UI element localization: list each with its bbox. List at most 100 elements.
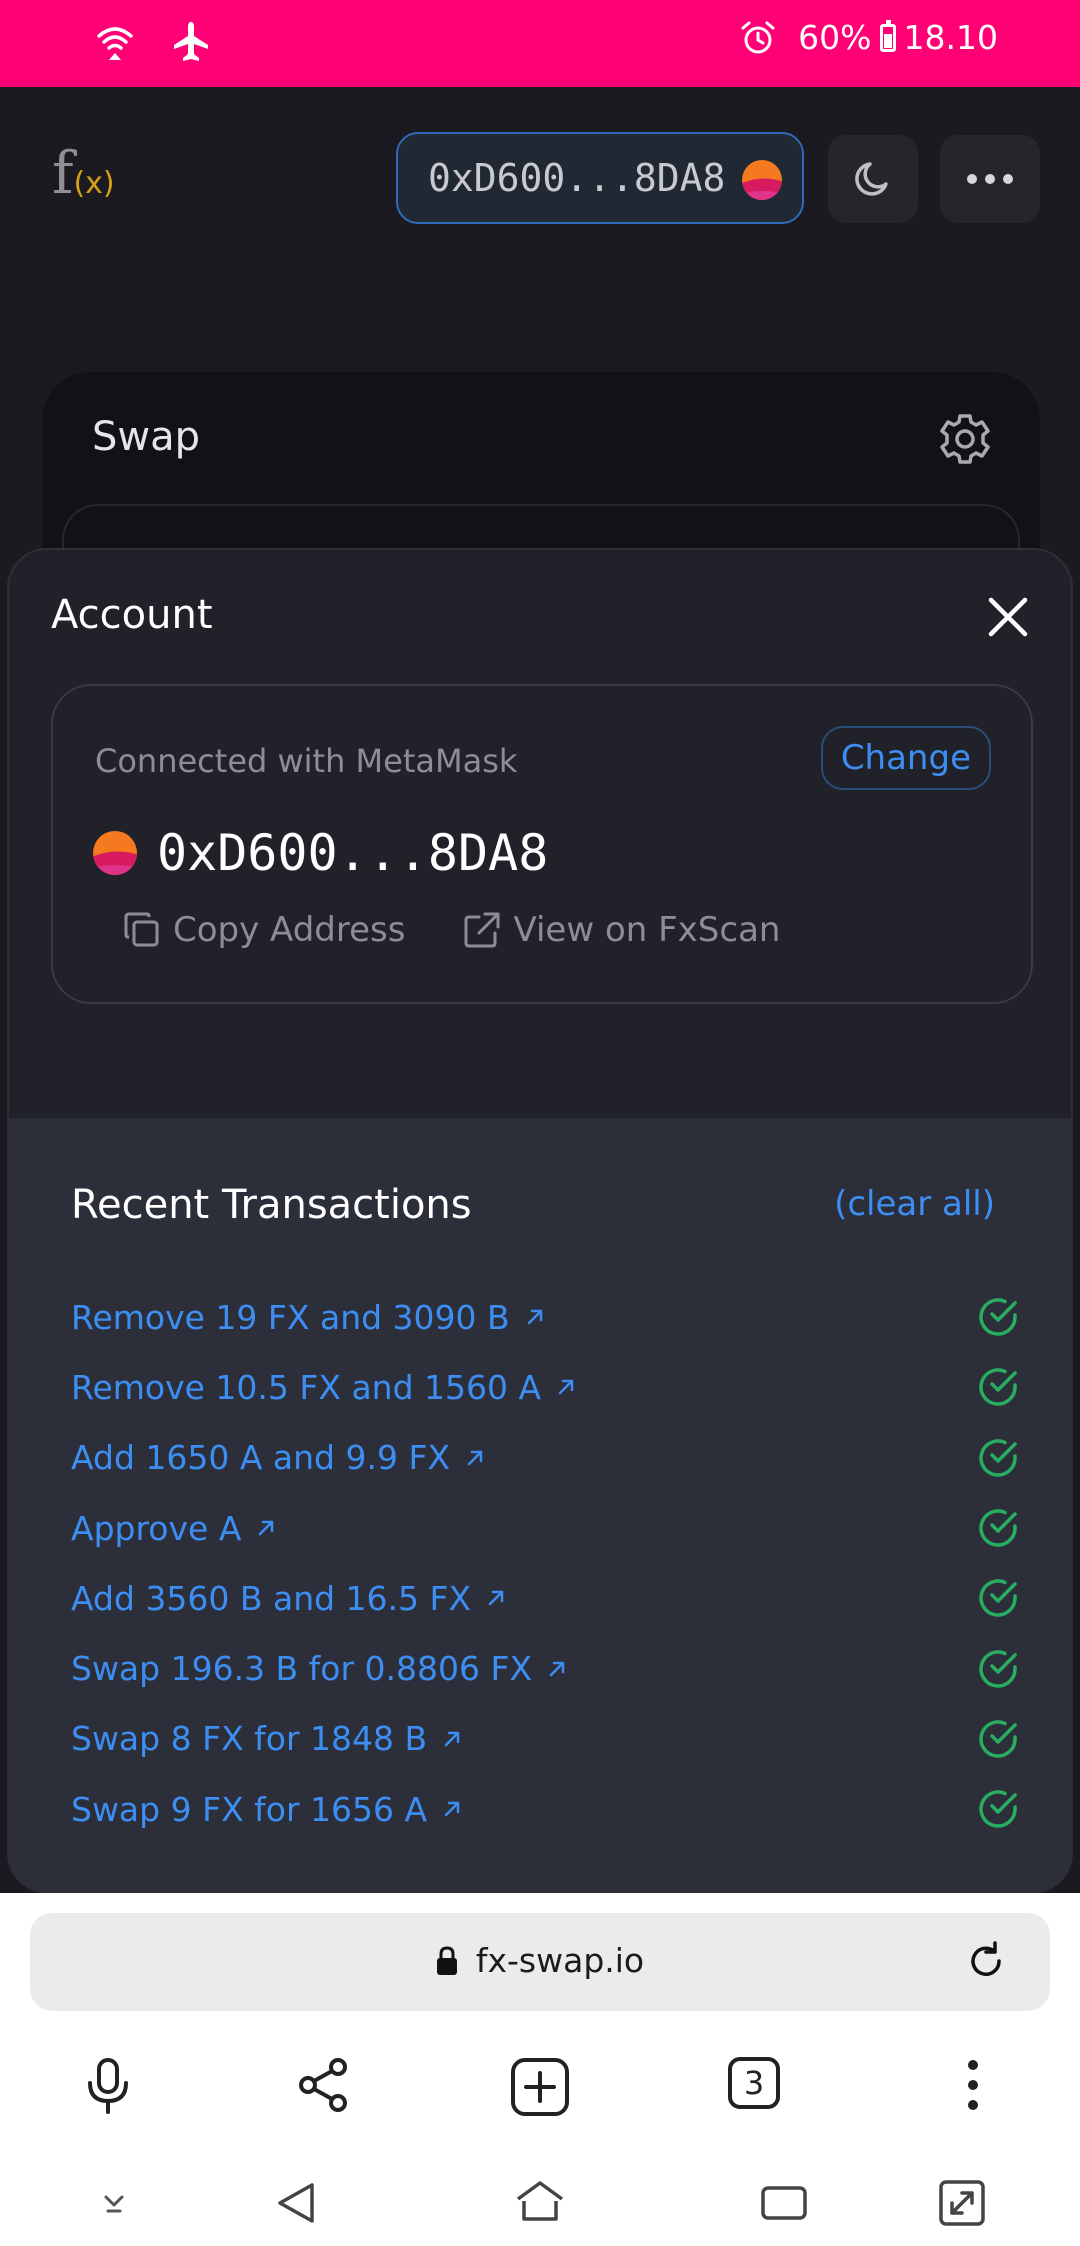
expand-screen-icon[interactable] <box>938 2179 986 2227</box>
success-check-icon <box>977 1577 1019 1619</box>
success-check-icon <box>977 1437 1019 1479</box>
transaction-label: Add 1650 A and 9.9 FX <box>71 1438 451 1478</box>
browser-chrome: fx-swap.io 3 <box>0 1893 1080 2246</box>
microphone-icon[interactable] <box>86 2057 130 2115</box>
keyboard-hide-icon[interactable] <box>94 2191 134 2215</box>
tabs-button[interactable]: 3 <box>728 2057 780 2109</box>
logo[interactable]: f(x) <box>52 139 115 207</box>
swap-title: Swap <box>92 414 201 460</box>
transaction-link[interactable]: Remove 10.5 FX and 1560 A <box>71 1368 577 1407</box>
account-address: 0xD600...8DA8 <box>157 824 549 882</box>
change-wallet-button[interactable]: Change <box>820 726 991 790</box>
transaction-link[interactable]: Swap 8 FX for 1848 B <box>71 1719 463 1758</box>
logo-main: f <box>52 139 74 207</box>
transaction-row: Add 1650 A and 9.9 FX <box>71 1423 1021 1493</box>
system-navigation-bar <box>0 2161 1080 2241</box>
clock: 18.10 <box>903 18 998 57</box>
transaction-link[interactable]: Remove 19 FX and 3090 B <box>71 1298 546 1337</box>
account-details-box: Connected with MetaMask Change 0xD600...… <box>51 684 1033 1004</box>
app-header: f(x) 0xD600...8DA8 <box>0 87 1080 357</box>
status-icons-left <box>95 20 211 64</box>
transaction-link[interactable]: Approve A <box>71 1509 277 1548</box>
account-modal: Account Connected with MetaMask Change 0… <box>7 548 1073 1893</box>
copy-address-button[interactable]: Copy Address <box>123 910 405 950</box>
arrow-up-right-icon <box>441 1728 463 1750</box>
transaction-row: Remove 10.5 FX and 1560 A <box>71 1352 1021 1422</box>
success-check-icon <box>977 1366 1019 1408</box>
recent-transactions-title: Recent Transactions <box>71 1182 472 1228</box>
transaction-row: Approve A <box>71 1493 1021 1563</box>
wallet-address: 0xD600...8DA8 <box>428 156 726 200</box>
address-bar[interactable]: fx-swap.io <box>30 1913 1050 2011</box>
airplane-icon <box>171 20 211 64</box>
battery-fill <box>883 34 892 48</box>
transaction-label: Remove 19 FX and 3090 B <box>71 1297 510 1337</box>
lock-icon <box>436 1945 458 1976</box>
transaction-label: Add 3560 B and 16.5 FX <box>71 1578 472 1618</box>
reload-icon[interactable] <box>966 1941 1006 1981</box>
recent-transactions-panel: Recent Transactions (clear all) Remove 1… <box>9 1118 1071 1891</box>
home-icon[interactable] <box>514 2179 566 2223</box>
transaction-link[interactable]: Swap 9 FX for 1656 A <box>71 1790 463 1829</box>
more-vertical-icon[interactable] <box>966 2057 980 2113</box>
transaction-label: Swap 9 FX for 1656 A <box>71 1789 428 1829</box>
wallet-avatar-icon <box>742 160 782 200</box>
success-check-icon <box>977 1648 1019 1690</box>
success-check-icon <box>977 1507 1019 1549</box>
success-check-icon <box>977 1788 1019 1830</box>
transaction-list: Remove 19 FX and 3090 B Remove 10.5 FX an… <box>71 1282 1021 1844</box>
account-avatar-icon <box>93 831 137 875</box>
battery-percent: 60% <box>798 18 872 57</box>
account-actions: Copy Address View on FxScan <box>123 910 780 950</box>
arrow-up-right-icon <box>546 1658 568 1680</box>
close-icon[interactable] <box>987 596 1029 638</box>
moon-icon <box>850 156 896 202</box>
arrow-up-right-icon <box>255 1517 277 1539</box>
tab-count: 3 <box>728 2057 780 2109</box>
status-bar: 60% 18.10 <box>0 0 1080 87</box>
account-address-row: 0xD600...8DA8 <box>93 824 548 882</box>
share-icon[interactable] <box>298 2057 350 2113</box>
more-menu-button[interactable] <box>940 135 1040 223</box>
transaction-link[interactable]: Add 1650 A and 9.9 FX <box>71 1438 486 1477</box>
clear-all-button[interactable]: (clear all) <box>834 1184 995 1224</box>
transaction-label: Swap 8 FX for 1848 B <box>71 1719 428 1759</box>
recent-apps-icon[interactable] <box>760 2185 808 2221</box>
back-icon[interactable] <box>274 2179 318 2227</box>
transaction-row: Swap 8 FX for 1848 B <box>71 1704 1021 1774</box>
theme-toggle-button[interactable] <box>828 135 918 223</box>
settings-gear-icon[interactable] <box>938 412 992 466</box>
view-on-explorer-link[interactable]: View on FxScan <box>463 910 780 950</box>
transaction-row: Add 3560 B and 16.5 FX <box>71 1563 1021 1633</box>
transaction-row: Swap 196.3 B for 0.8806 FX <box>71 1633 1021 1703</box>
arrow-up-right-icon <box>441 1798 463 1820</box>
wifi-icon <box>95 22 135 62</box>
connected-with-label: Connected with MetaMask <box>95 742 518 780</box>
success-check-icon <box>977 1296 1019 1338</box>
logo-sub: (x) <box>73 166 115 201</box>
arrow-up-right-icon <box>485 1587 507 1609</box>
transaction-link[interactable]: Add 3560 B and 16.5 FX <box>71 1579 507 1618</box>
alarm-icon <box>740 20 776 56</box>
transaction-label: Remove 10.5 FX and 1560 A <box>71 1367 542 1407</box>
account-modal-title: Account <box>51 592 213 638</box>
arrow-up-right-icon <box>555 1376 577 1398</box>
transaction-link[interactable]: Swap 196.3 B for 0.8806 FX <box>71 1649 568 1688</box>
url-text: fx-swap.io <box>475 1941 645 1980</box>
status-icons-right: 60% 18.10 <box>740 18 998 57</box>
copy-address-label: Copy Address <box>173 910 406 950</box>
success-check-icon <box>977 1718 1019 1760</box>
more-horizontal-icon <box>965 172 1015 186</box>
transaction-label: Approve A <box>71 1508 242 1548</box>
url-display[interactable]: fx-swap.io <box>30 1941 1050 1980</box>
battery-icon <box>879 19 896 52</box>
external-link-icon <box>463 911 501 949</box>
new-tab-icon[interactable] <box>510 2057 570 2117</box>
browser-toolbar: 3 <box>0 2043 1080 2133</box>
arrow-up-right-icon <box>464 1447 486 1469</box>
view-on-explorer-label: View on FxScan <box>513 910 781 950</box>
transaction-row: Remove 19 FX and 3090 B <box>71 1282 1021 1352</box>
wallet-address-button[interactable]: 0xD600...8DA8 <box>396 132 804 224</box>
transaction-label: Swap 196.3 B for 0.8806 FX <box>71 1649 533 1689</box>
copy-icon <box>123 911 161 949</box>
